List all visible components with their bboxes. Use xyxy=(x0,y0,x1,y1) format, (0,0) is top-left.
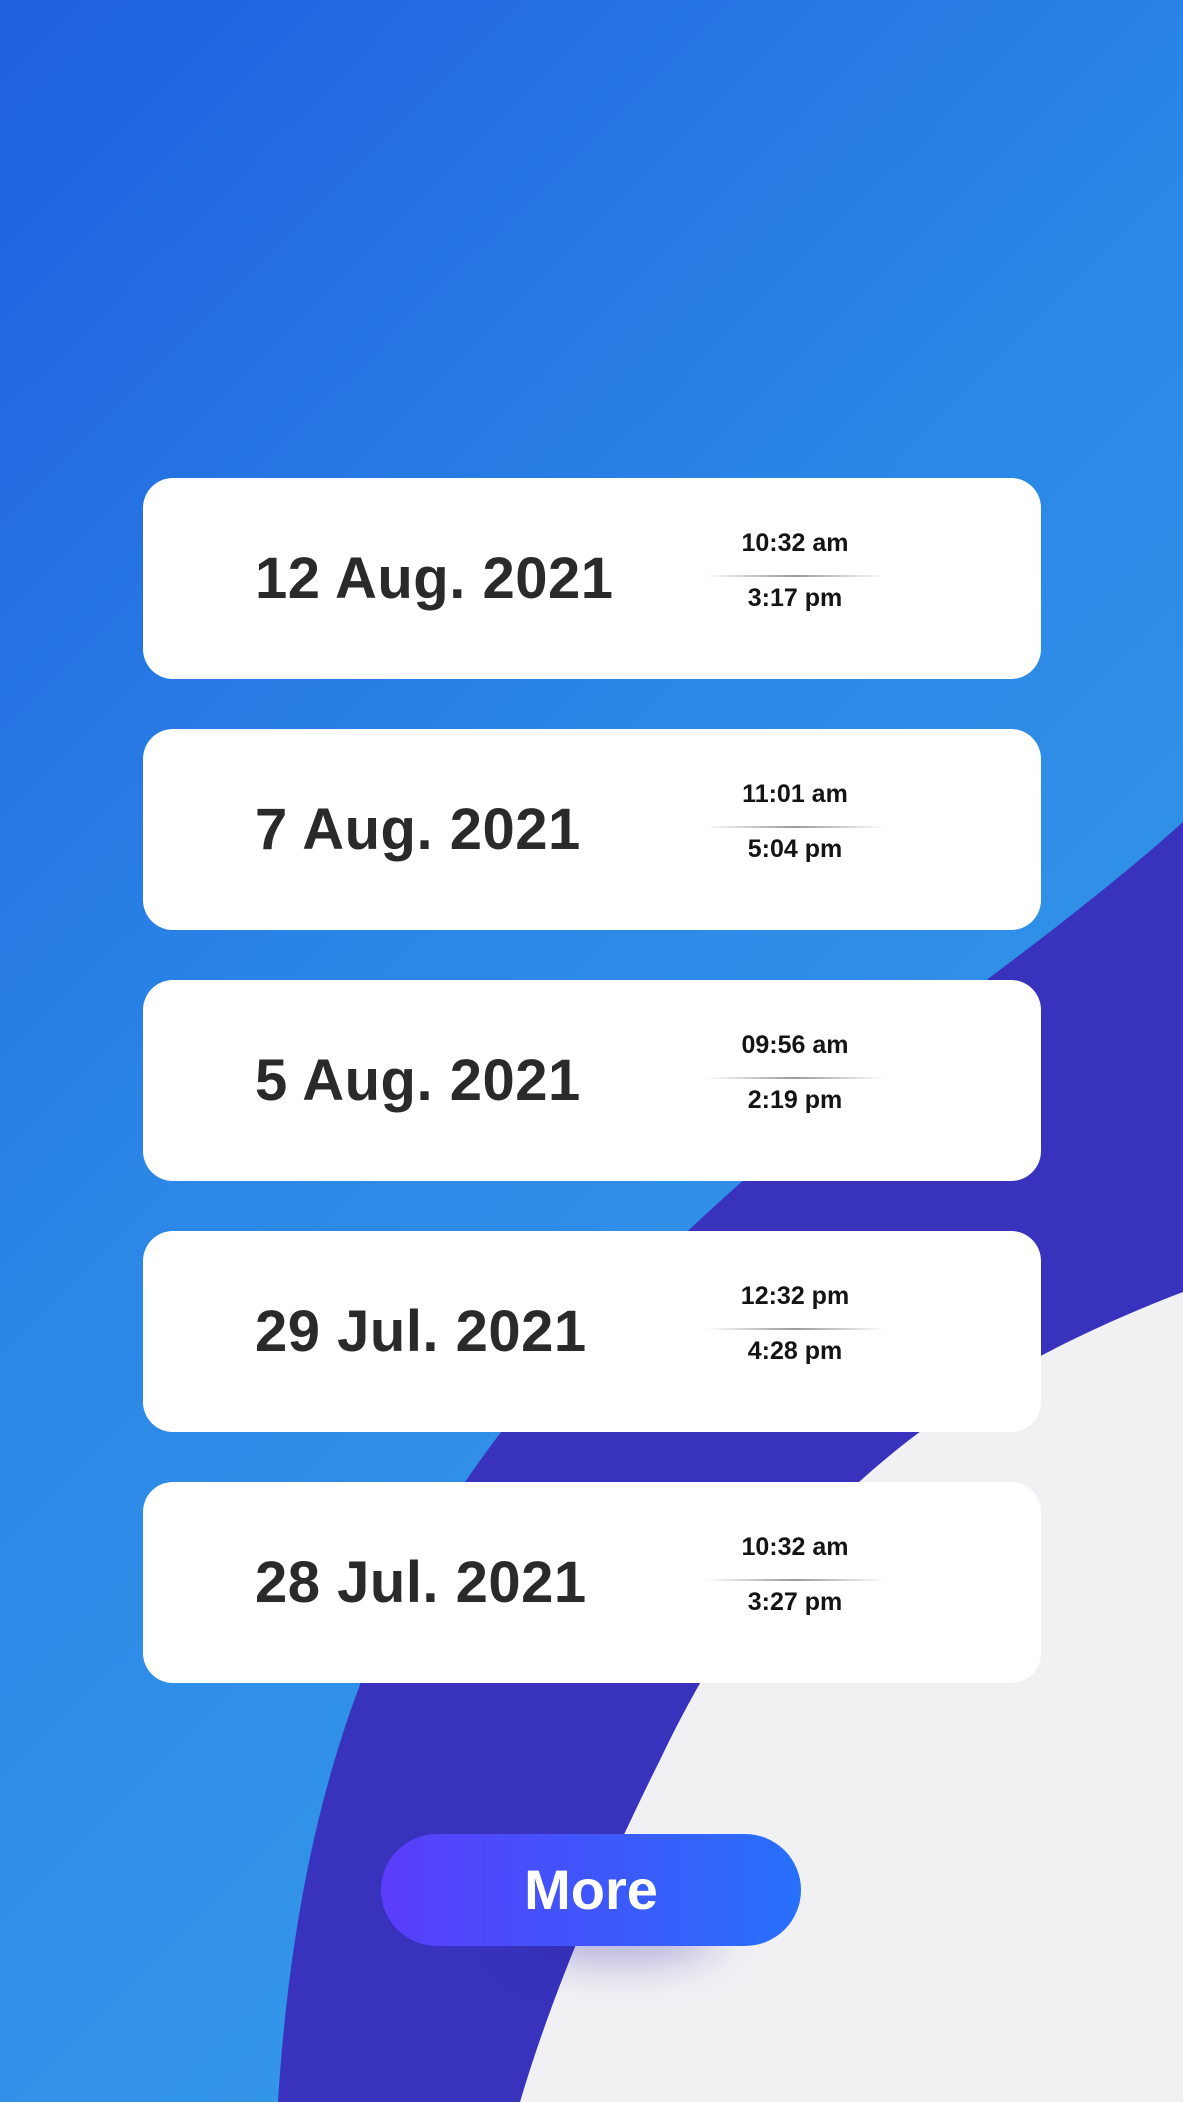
session-card[interactable]: 12 Aug. 2021 10:32 am 3:17 pm xyxy=(143,478,1041,679)
more-button[interactable]: More xyxy=(381,1834,801,1946)
session-times: 10:32 am 3:27 pm xyxy=(705,1527,885,1639)
session-end-time: 3:17 pm xyxy=(747,584,843,612)
time-divider xyxy=(705,1579,885,1581)
session-date: 5 Aug. 2021 xyxy=(255,1048,581,1113)
session-end-time: 2:19 pm xyxy=(747,1086,843,1114)
session-card[interactable]: 29 Jul. 2021 12:32 pm 4:28 pm xyxy=(143,1231,1041,1432)
session-start-time: 11:01 am xyxy=(742,780,848,808)
session-card[interactable]: 7 Aug. 2021 11:01 am 5:04 pm xyxy=(143,729,1041,930)
time-divider xyxy=(705,1077,885,1079)
session-date: 28 Jul. 2021 xyxy=(255,1550,587,1615)
session-card[interactable]: 28 Jul. 2021 10:32 am 3:27 pm xyxy=(143,1482,1041,1683)
session-end-time: 5:04 pm xyxy=(747,835,843,863)
session-start-time: 09:56 am xyxy=(741,1031,849,1059)
session-date: 12 Aug. 2021 xyxy=(255,546,614,611)
time-divider xyxy=(705,575,885,577)
session-end-time: 4:28 pm xyxy=(747,1337,843,1365)
session-end-time: 3:27 pm xyxy=(747,1588,843,1616)
session-date: 29 Jul. 2021 xyxy=(255,1299,587,1364)
session-start-time: 10:32 am xyxy=(741,1533,849,1561)
time-divider xyxy=(705,826,885,828)
session-times: 09:56 am 2:19 pm xyxy=(705,1025,885,1137)
session-start-time: 12:32 pm xyxy=(740,1282,850,1310)
history-screen: 12 Aug. 2021 10:32 am 3:17 pm 7 Aug. 202… xyxy=(0,0,1183,2102)
session-times: 10:32 am 3:17 pm xyxy=(705,523,885,635)
session-times: 11:01 am 5:04 pm xyxy=(705,774,885,886)
session-card[interactable]: 5 Aug. 2021 09:56 am 2:19 pm xyxy=(143,980,1041,1181)
session-date: 7 Aug. 2021 xyxy=(255,797,581,862)
time-divider xyxy=(705,1328,885,1330)
session-start-time: 10:32 am xyxy=(741,529,849,557)
session-times: 12:32 pm 4:28 pm xyxy=(705,1276,885,1388)
